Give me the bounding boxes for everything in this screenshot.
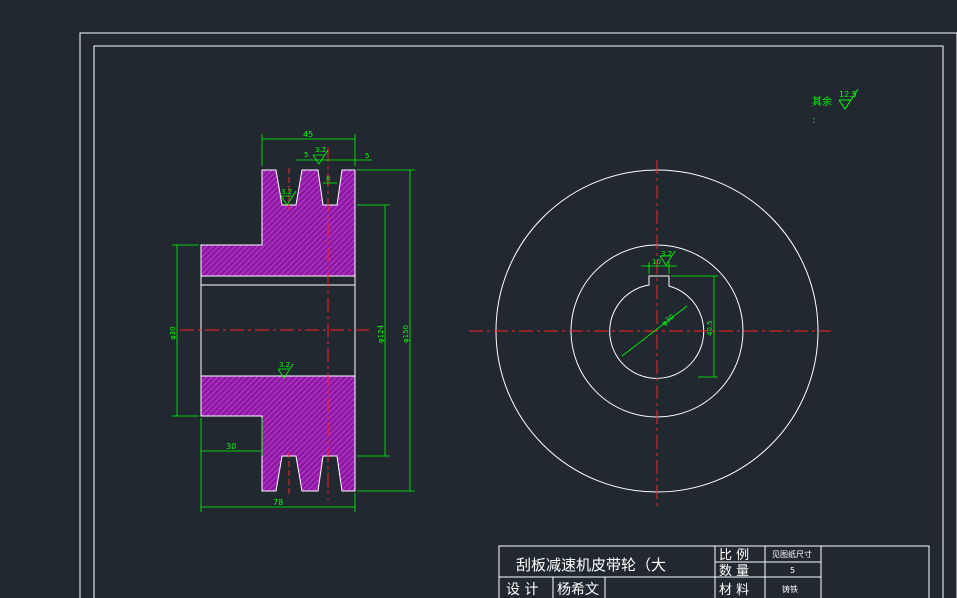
designer-label: 设 计 <box>506 582 538 598</box>
dim-groove-bottom: 8 <box>326 175 330 183</box>
dim-bore-dia-front: φ30 <box>660 313 676 328</box>
outer-sheet-border <box>79 32 957 598</box>
dim-overall-width: 45 <box>303 130 313 139</box>
side-section-view: 45 5 3.2 8 5 3.2 φ30 φ124 φ150 3.2 30 78 <box>169 130 415 512</box>
drawing-name: 刮板减速机皮带轮（大 <box>516 556 666 574</box>
dim-groove-roughness: 3.2 <box>315 146 326 154</box>
dim-bore-roughness: 3.2 <box>279 361 290 369</box>
quantity-value: 5 <box>790 566 795 575</box>
quantity-label: 数 量 <box>719 564 749 579</box>
material-value: 铸铁 <box>782 584 798 594</box>
inner-sheet-border <box>93 45 944 598</box>
cad-drawing-canvas: 其余 12.5 : 45 5 3.2 8 5 3.2 φ30 φ124 φ150… <box>79 32 957 598</box>
dim-keyway-width: 10 <box>652 258 661 266</box>
dim-hub-length: 30 <box>226 442 236 451</box>
upper-rim-section <box>200 169 356 277</box>
roughness-note: 其余 12.5 : <box>812 88 859 126</box>
scale-value: 见图纸尺寸 <box>772 549 812 559</box>
dim-groove-pitch: 5 <box>304 151 308 159</box>
dim-edge-offset: 5 <box>365 152 369 160</box>
roughness-note-label: 其余 <box>812 95 832 108</box>
dim-outer-dia: φ150 <box>402 325 410 343</box>
dim-pitch-dia: φ124 <box>377 324 385 343</box>
dim-groove-flank-roughness: 3.2 <box>281 188 292 196</box>
designer-value: 杨希文 <box>557 582 599 598</box>
lower-rim-section <box>200 375 356 492</box>
dim-total-length: 78 <box>273 498 283 507</box>
dim-bore-dia-side: φ30 <box>169 326 177 340</box>
front-view: 3.2 10 φ30 40.5 <box>469 160 831 507</box>
dim-keyway-depth: 40.5 <box>706 320 714 336</box>
scale-label: 比 例 <box>719 548 749 563</box>
roughness-note-colon: : <box>812 115 815 126</box>
material-label: 材 料 <box>719 583 749 598</box>
dim-keyway-roughness: 3.2 <box>661 250 672 258</box>
